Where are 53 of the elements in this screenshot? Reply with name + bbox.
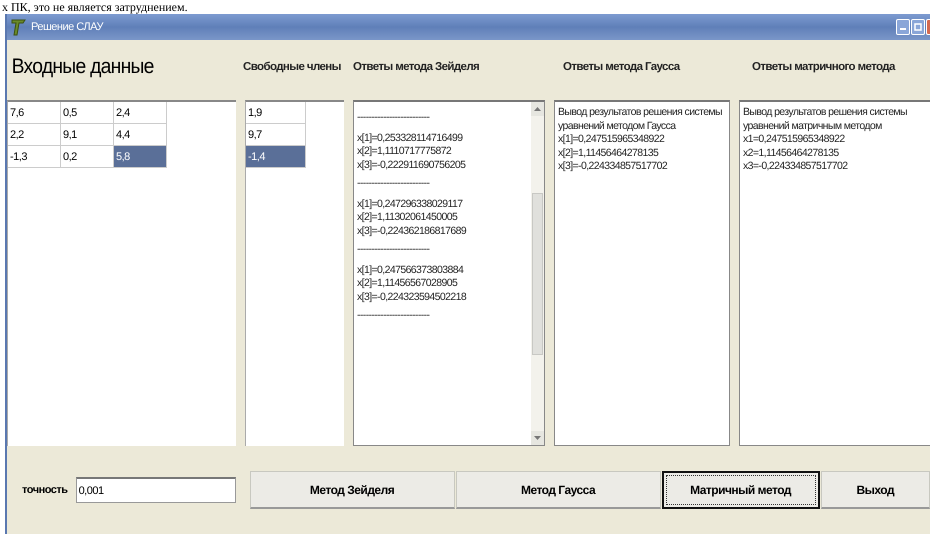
separator-line: ------------------------- — [357, 177, 430, 190]
separator-line: ------------------------- — [357, 243, 430, 256]
result-line: x[1]=0,247296338029117 — [357, 198, 464, 211]
grid-cell[interactable]: 9,7 — [246, 124, 306, 146]
result-line: x3=-0,224334857517702 — [743, 160, 848, 174]
scroll-down-icon[interactable] — [531, 431, 544, 445]
result-line: x[2]=1,11456464278135 — [558, 146, 660, 160]
grid-cell[interactable]: 7,6 — [8, 102, 61, 124]
window-title: Решение СЛАУ — [31, 21, 103, 33]
close-button[interactable] — [926, 19, 930, 35]
matrix-answers-heading: Ответы матричного метода — [751, 61, 895, 73]
result-line: x[1]=0,247566373803884 — [357, 264, 464, 277]
result-line: x[2]=1,1110717775872 — [357, 145, 452, 158]
maximize-button[interactable] — [911, 19, 925, 35]
grid-cell[interactable]: 1,9 — [246, 102, 306, 124]
result-line: x[1]=0,253328114716499 — [357, 132, 464, 145]
method-button[interactable]: Матричный метод — [662, 471, 820, 509]
scroll-up-icon[interactable] — [531, 102, 544, 116]
grid-cell[interactable]: 0,5 — [61, 102, 114, 124]
result-line: x1=0,247515965348922 — [743, 133, 846, 146]
method-button[interactable]: Выход — [820, 471, 930, 509]
result-line: x[3]=-0,224362186817689 — [357, 224, 468, 238]
result-line: x[3]=-0,224323594502218 — [357, 290, 468, 304]
grid-cell[interactable]: -1,4 — [246, 146, 306, 168]
scrollbar[interactable] — [531, 102, 544, 445]
grid-cell[interactable]: 2,4 — [114, 102, 167, 124]
grid-cell[interactable]: 9,1 — [61, 124, 114, 146]
result-line: x[1]=0,247515965348922 — [558, 133, 666, 146]
grid-cell[interactable]: 5,8 — [114, 146, 167, 168]
grid-cell[interactable]: 4,4 — [114, 124, 167, 146]
result-line: x2=1,11456464278135 — [743, 146, 840, 160]
result-line: x[2]=1,11302061450005 — [357, 211, 458, 224]
precision-label: точность — [22, 484, 68, 496]
grid-cell[interactable]: 0,2 — [61, 146, 114, 168]
precision-field[interactable]: 0,001 — [76, 477, 236, 503]
app-icon — [11, 18, 27, 36]
gauss-answers-heading: Ответы метода Гаусса — [562, 61, 682, 73]
result-line: x[3]=-0,224334857517702 — [558, 160, 668, 174]
method-button[interactable]: Метод Гаусса — [456, 471, 661, 509]
document-text: х ПК, это не является затруднением. — [2, 0, 188, 14]
result-line: x[3]=-0,222911690756205 — [357, 158, 466, 172]
result-line: x[2]=1,11456567028905 — [357, 277, 458, 290]
method-button[interactable]: Метод Зейделя — [250, 471, 455, 509]
grid-cell[interactable]: 2,2 — [8, 124, 61, 146]
separator-line: ------------------------- — [357, 111, 430, 124]
scroll-thumb[interactable] — [532, 192, 543, 354]
maximize-icon — [914, 23, 922, 31]
free-terms-heading: Свободные члены — [243, 61, 342, 73]
separator-line: ------------------------- — [357, 309, 430, 322]
input-data-heading: Входные данные — [10, 55, 155, 79]
grid-cell[interactable]: -1,3 — [8, 146, 61, 168]
minimize-button[interactable] — [896, 19, 910, 35]
seidel-answers-heading: Ответы метода Зейделя — [352, 61, 480, 73]
